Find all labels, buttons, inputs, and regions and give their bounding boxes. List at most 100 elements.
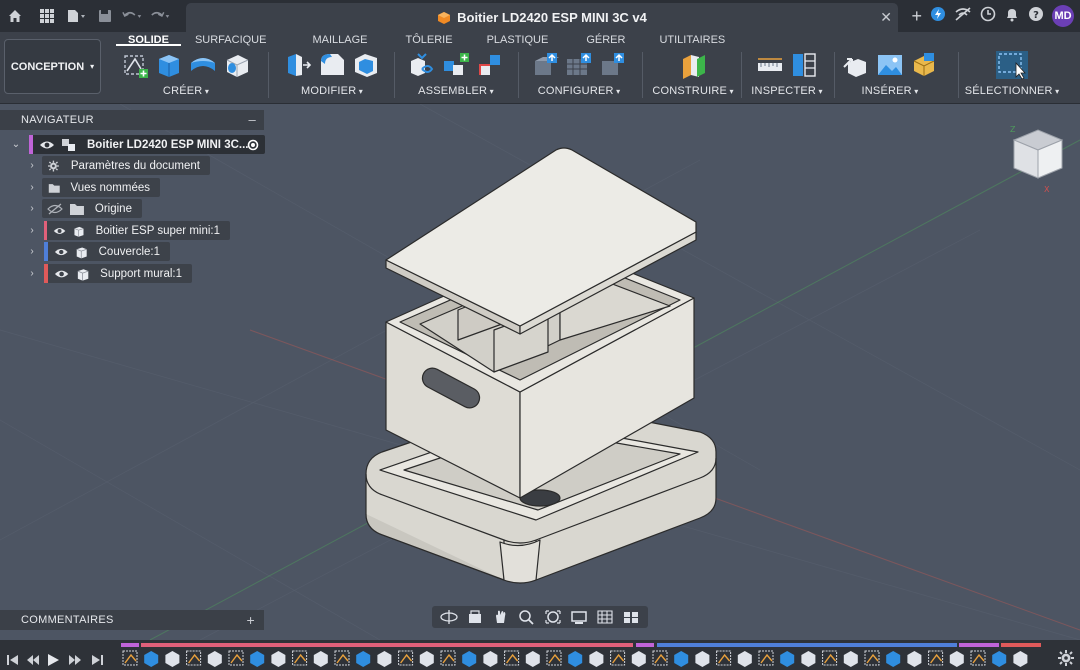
- timeline-settings-icon[interactable]: [1058, 650, 1074, 666]
- timeline-feature-icon[interactable]: [398, 650, 414, 666]
- display-settings-icon[interactable]: [570, 609, 588, 625]
- browser-node[interactable]: Support mural:1: [44, 264, 192, 283]
- group-configure[interactable]: CONFIGURER: [524, 50, 634, 100]
- timeline-feature-icon[interactable]: [377, 651, 392, 667]
- go-to-start-icon[interactable]: [6, 653, 20, 667]
- viewcube[interactable]: Z X: [1000, 120, 1066, 196]
- construction-plane-icon[interactable]: [679, 51, 707, 79]
- canvas-viewport[interactable]: Z X: [0, 104, 1080, 640]
- browser-header[interactable]: NAVIGATEUR –: [0, 110, 264, 130]
- timeline-feature-icon[interactable]: [546, 650, 562, 666]
- pan-icon[interactable]: [492, 609, 510, 625]
- extrude-icon[interactable]: [155, 51, 183, 79]
- timeline-feature-icon[interactable]: [292, 650, 308, 666]
- group-select[interactable]: SÉLECTIONNER: [964, 50, 1060, 100]
- chevron-down-icon[interactable]: ⌄: [10, 139, 22, 150]
- zoom-icon[interactable]: [518, 609, 536, 625]
- go-to-end-icon[interactable]: [90, 653, 104, 667]
- shell-icon[interactable]: [352, 51, 380, 79]
- timeline-feature-icon[interactable]: [313, 651, 328, 667]
- timeline-feature-icon[interactable]: [949, 651, 964, 667]
- timeline-feature-icon[interactable]: [483, 651, 498, 667]
- insert-canvas-icon[interactable]: [876, 51, 904, 79]
- timeline-feature-icon[interactable]: [462, 651, 477, 667]
- timeline-feature-icon[interactable]: [780, 651, 795, 667]
- avatar[interactable]: MD: [1052, 5, 1074, 27]
- timeline-feature-icon[interactable]: [440, 650, 456, 666]
- tab-mesh[interactable]: MAILLAGE: [280, 33, 387, 46]
- timeline-feature-icon[interactable]: [165, 651, 180, 667]
- joint-icon[interactable]: [442, 51, 470, 79]
- save-icon[interactable]: [94, 5, 116, 27]
- revolve-icon[interactable]: [189, 51, 217, 79]
- timeline-feature-icon[interactable]: [207, 651, 222, 667]
- timeline-feature-icon[interactable]: [631, 651, 646, 667]
- create-sketch-icon[interactable]: [121, 51, 149, 79]
- timeline-track[interactable]: [121, 641, 1051, 669]
- group-create[interactable]: CRÉER: [112, 50, 260, 100]
- timeline-feature-icon[interactable]: [737, 651, 752, 667]
- active-radio-icon[interactable]: [247, 139, 259, 151]
- configuration-table-icon[interactable]: [565, 51, 593, 79]
- timeline-feature-icon[interactable]: [144, 651, 159, 667]
- look-at-icon[interactable]: [466, 609, 484, 625]
- timeline-feature-icon[interactable]: [907, 651, 922, 667]
- step-back-icon[interactable]: [26, 653, 40, 667]
- section-analysis-icon[interactable]: [790, 51, 818, 79]
- timeline-feature-icon[interactable]: [122, 650, 138, 666]
- timeline-feature-icon[interactable]: [716, 650, 732, 666]
- plus-icon[interactable]: +: [911, 7, 922, 25]
- group-insert[interactable]: INSÉRER: [840, 50, 940, 100]
- eye-icon[interactable]: [54, 268, 69, 280]
- undo-icon[interactable]: [122, 5, 144, 27]
- tab-manage[interactable]: GÉRER: [562, 33, 645, 46]
- eye-hidden-icon[interactable]: [47, 203, 63, 215]
- tab-utilities[interactable]: UTILITAIRES: [645, 33, 739, 46]
- orbit-icon[interactable]: [440, 609, 458, 625]
- hole-icon[interactable]: [223, 51, 251, 79]
- timeline-feature-icon[interactable]: [928, 650, 944, 666]
- comments-panel-header[interactable]: COMMENTAIRES +: [0, 610, 264, 630]
- timeline-feature-icon[interactable]: [525, 651, 540, 667]
- workspace-switcher[interactable]: CONCEPTION ▾: [4, 39, 101, 94]
- step-forward-icon[interactable]: [68, 653, 82, 667]
- timeline-feature-icon[interactable]: [992, 651, 1007, 667]
- home-icon[interactable]: [4, 5, 26, 27]
- offline-icon[interactable]: [954, 6, 972, 27]
- file-icon[interactable]: [66, 5, 88, 27]
- eye-icon[interactable]: [54, 246, 69, 258]
- eye-icon[interactable]: [53, 225, 66, 237]
- bell-icon[interactable]: [1004, 6, 1020, 27]
- configure-rule-icon[interactable]: [599, 51, 627, 79]
- as-built-joint-icon[interactable]: [476, 51, 504, 79]
- timeline-feature-icon[interactable]: [504, 650, 520, 666]
- timeline-feature-icon[interactable]: [186, 650, 202, 666]
- timeline-feature-icon[interactable]: [356, 651, 371, 667]
- help-icon[interactable]: ?: [1028, 6, 1044, 27]
- timeline-feature-icon[interactable]: [589, 651, 604, 667]
- browser-node[interactable]: Couvercle:1: [44, 242, 170, 261]
- close-tab-icon[interactable]: ✕: [880, 9, 892, 26]
- timeline-feature-icon[interactable]: [652, 650, 668, 666]
- measure-icon[interactable]: [756, 51, 784, 79]
- timeline-feature-icon[interactable]: [334, 650, 350, 666]
- timeline-feature-icon[interactable]: [674, 651, 689, 667]
- viewports-icon[interactable]: [622, 609, 640, 625]
- tab-plastic[interactable]: PLASTIQUE: [473, 33, 563, 46]
- fillet-icon[interactable]: [318, 51, 346, 79]
- group-construct[interactable]: CONSTRUIRE: [648, 50, 738, 100]
- timeline-feature-icon[interactable]: [568, 651, 583, 667]
- chevron-right-icon[interactable]: ›: [26, 160, 38, 171]
- eye-icon[interactable]: [39, 139, 55, 151]
- group-modify[interactable]: MODIFIER: [276, 50, 388, 100]
- play-icon[interactable]: [46, 653, 60, 667]
- timeline-feature-icon[interactable]: [864, 650, 880, 666]
- chevron-right-icon[interactable]: ›: [26, 246, 38, 257]
- select-icon[interactable]: [994, 49, 1030, 81]
- tab-solid[interactable]: SOLIDE: [116, 33, 181, 46]
- group-inspect[interactable]: INSPECTER: [746, 50, 828, 100]
- clock-icon[interactable]: [980, 6, 996, 27]
- grid-settings-icon[interactable]: [596, 609, 614, 625]
- browser-node[interactable]: Vues nommées: [42, 178, 160, 197]
- press-pull-icon[interactable]: [284, 51, 312, 79]
